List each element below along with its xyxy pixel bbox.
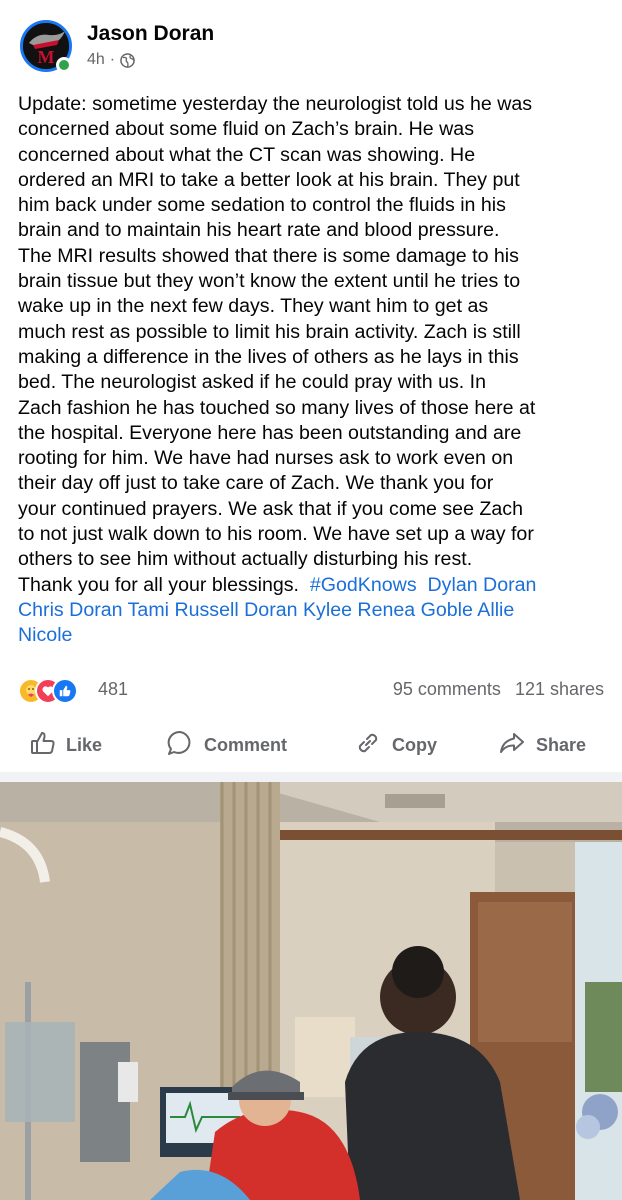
meta-separator: ·	[109, 51, 116, 68]
online-status-dot	[56, 57, 72, 73]
post-line: the hospital. Everyone here has been out…	[18, 421, 522, 444]
post-line: The MRI results showed that there is som…	[18, 244, 519, 267]
copy-label: Copy	[392, 734, 437, 755]
share-button[interactable]: Share	[498, 728, 586, 762]
post-line: Update: sometime yesterday the neurologi…	[18, 93, 533, 115]
post-meta: 4h ·	[87, 51, 135, 69]
post-line: others to see him without actually distu…	[18, 548, 473, 571]
post-line: your continued prayers. We ask that if y…	[18, 497, 523, 520]
post-line: much rest as possible to limit his brain…	[18, 320, 521, 343]
thumbs-up-icon	[30, 730, 56, 761]
comment-label: Comment	[204, 734, 288, 755]
share-arrow-icon	[498, 729, 526, 762]
action-bar: Like Comment Copy Share	[0, 720, 622, 770]
shares-count[interactable]: 121 shares	[515, 679, 604, 700]
comments-count[interactable]: 95 comments	[393, 679, 501, 700]
post-photo[interactable]	[0, 782, 622, 1200]
post-line: ordered an MRI to take a better look at …	[18, 168, 520, 191]
post-line: their day off just to take care of Zach.…	[18, 472, 494, 495]
post-line-tags: Chris Doran Tami Russell Doran Kylee Ren…	[18, 598, 612, 623]
post-body: Update: sometime yesterday the neurologi…	[18, 92, 612, 649]
tag-chris-doran[interactable]: Chris Doran	[18, 599, 123, 621]
reactions-bar: 481 95 comments 121 shares	[18, 676, 618, 704]
tag-kylee-renea-goble[interactable]: Kylee Renea Goble	[303, 599, 473, 621]
globe-icon	[120, 52, 135, 68]
hospital-room-photo	[0, 782, 622, 1200]
post-line: to not just walk down to his room. We ha…	[18, 523, 534, 546]
copy-button[interactable]: Copy	[354, 728, 437, 762]
like-button[interactable]: Like	[30, 728, 102, 762]
reaction-icons[interactable]	[18, 678, 96, 704]
engagement-stats: 95 comments 121 shares	[393, 679, 604, 700]
post-line: wake up in the next few days. They want …	[18, 295, 489, 318]
svg-text:M: M	[38, 47, 55, 67]
post-line: rooting for him. We have had nurses ask …	[18, 447, 514, 470]
tag-allie-nicole-last[interactable]: Nicole	[18, 624, 72, 646]
tag-tami-russell-doran[interactable]: Tami Russell Doran	[128, 599, 298, 621]
post-line: Zach fashion he has touched so many live…	[18, 396, 536, 419]
post-line: brain and to maintain his heart rate and…	[18, 219, 500, 242]
post-line: making a difference in the lives of othe…	[18, 345, 519, 368]
post-line: concerned about some fluid on Zach’s bra…	[18, 118, 474, 141]
share-label: Share	[536, 734, 587, 755]
post-line: bed. The neurologist asked if he could p…	[18, 371, 486, 394]
post-line-tags-end: Nicole	[18, 623, 612, 648]
closing-text: Thank you for all your blessings.	[18, 573, 299, 596]
post-time[interactable]: 4h	[87, 51, 105, 69]
hashtag-link[interactable]: #GodKnows	[310, 574, 417, 596]
like-label: Like	[66, 734, 103, 755]
tag-allie-nicole-first[interactable]: Allie	[477, 599, 514, 621]
post-line: brain tissue but they won’t know the ext…	[18, 270, 521, 293]
post-line: him back under some sedation to control …	[18, 194, 506, 217]
post-line: concerned about what the CT scan was sho…	[18, 143, 476, 166]
link-icon	[354, 729, 382, 762]
author-name[interactable]: Jason Doran	[87, 22, 214, 46]
comment-button[interactable]: Comment	[166, 728, 287, 762]
post-line-closing: Thank you for all your blessings. #GodKn…	[18, 573, 612, 598]
feed-divider	[0, 772, 622, 782]
post-header: M Jason Doran 4h ·	[0, 0, 622, 80]
tag-dylan-doran[interactable]: Dylan Doran	[428, 574, 537, 596]
comment-bubble-icon	[166, 729, 194, 762]
reaction-count[interactable]: 481	[98, 679, 128, 700]
like-icon	[52, 678, 78, 704]
